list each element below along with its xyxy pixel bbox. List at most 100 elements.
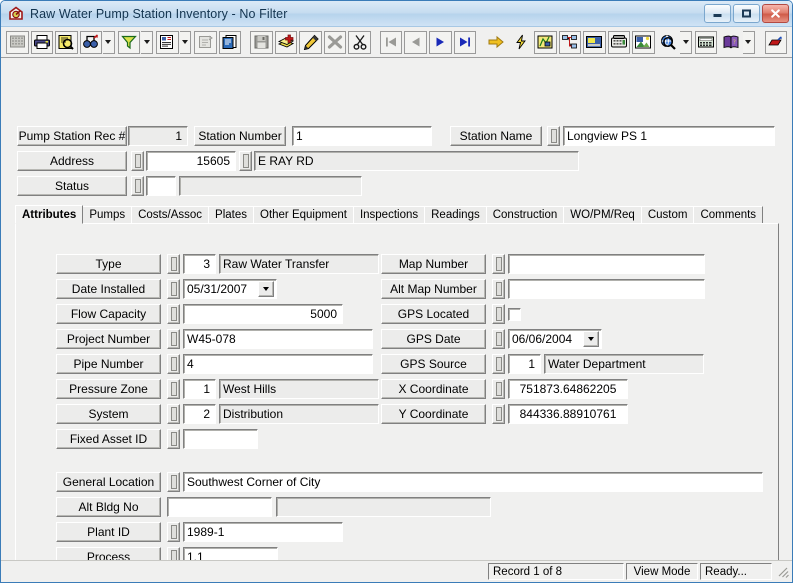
x-coordinate-input[interactable]: 751873.64862205	[508, 379, 628, 399]
filter-dropdown-arrow[interactable]	[141, 30, 154, 54]
report-icon[interactable]	[156, 30, 179, 54]
system-label[interactable]: System	[56, 404, 161, 424]
find-dropdown-arrow[interactable]	[103, 30, 115, 54]
general-location-input[interactable]: Southwest Corner of City	[183, 472, 763, 492]
pressure-zone-lookup-button[interactable]	[167, 379, 180, 399]
properties-icon[interactable]	[194, 30, 217, 54]
y-coordinate-label[interactable]: Y Coordinate	[381, 404, 486, 424]
print-preview-icon[interactable]	[55, 30, 78, 54]
delete-record-icon[interactable]	[323, 30, 347, 54]
pipe-number-input[interactable]: 4	[183, 354, 373, 374]
gps-date-label[interactable]: GPS Date	[381, 329, 486, 349]
maximize-button[interactable]	[733, 4, 760, 23]
pressure-zone-code-input[interactable]: 1	[183, 379, 216, 399]
address-number-input[interactable]: 15605	[146, 151, 236, 171]
system-lookup-button[interactable]	[167, 404, 180, 424]
gps-located-lookup-button[interactable]	[492, 304, 505, 324]
general-location-lookup-button[interactable]	[167, 472, 180, 492]
minimize-button[interactable]	[704, 4, 731, 23]
status-code-input[interactable]	[146, 176, 176, 196]
map-number-lookup-button[interactable]	[492, 254, 505, 274]
tab-readings[interactable]: Readings	[424, 206, 487, 224]
chevron-down-icon[interactable]	[258, 281, 274, 297]
alt-map-number-label[interactable]: Alt Map Number	[381, 279, 486, 299]
flow-capacity-label[interactable]: Flow Capacity	[56, 304, 161, 324]
last-record-icon[interactable]	[453, 30, 477, 54]
station-number-label[interactable]: Station Number	[194, 126, 286, 146]
address-street-input[interactable]: E RAY RD	[254, 151, 579, 171]
close-button[interactable]	[762, 4, 789, 23]
pump-station-rec-label[interactable]: Pump Station Rec #	[17, 126, 127, 146]
phone-icon[interactable]	[607, 30, 631, 54]
type-lookup-button[interactable]	[167, 254, 180, 274]
address-street-lookup-button[interactable]	[239, 151, 252, 171]
x-coordinate-label[interactable]: X Coordinate	[381, 379, 486, 399]
plant-id-input[interactable]: 1989-1	[183, 522, 343, 542]
quick-action-icon[interactable]	[510, 31, 533, 54]
address-label[interactable]: Address	[17, 151, 127, 171]
gps-located-checkbox[interactable]	[508, 307, 521, 321]
status-label[interactable]: Status	[17, 176, 127, 196]
tab-plates[interactable]: Plates	[208, 206, 254, 224]
plant-id-lookup-button[interactable]	[167, 522, 180, 542]
grid-view-icon[interactable]	[6, 30, 29, 54]
gps-date-input[interactable]: 06/06/2004	[508, 329, 602, 349]
station-number-input[interactable]: 1	[292, 126, 432, 146]
report-dropdown-arrow[interactable]	[179, 30, 192, 54]
tab-pumps[interactable]: Pumps	[82, 206, 133, 224]
fixed-asset-id-label[interactable]: Fixed Asset ID	[56, 429, 161, 449]
tab-costs-assoc[interactable]: Costs/Assoc	[131, 206, 210, 224]
flow-capacity-input[interactable]: 5000	[183, 304, 343, 324]
chevron-down-icon[interactable]	[583, 331, 599, 347]
copy-record-icon[interactable]	[218, 30, 242, 54]
gps-located-label[interactable]: GPS Located	[381, 304, 486, 324]
tab-wo-pm-req[interactable]: WO/PM/Req	[563, 206, 642, 224]
first-record-icon[interactable]	[379, 30, 403, 54]
alt-map-number-lookup-button[interactable]	[492, 279, 505, 299]
previous-record-icon[interactable]	[404, 30, 427, 54]
tab-attributes[interactable]: Attributes	[15, 205, 84, 224]
project-number-label[interactable]: Project Number	[56, 329, 161, 349]
pipe-number-label[interactable]: Pipe Number	[56, 354, 161, 374]
alt-map-number-input[interactable]	[508, 279, 705, 299]
edit-record-icon[interactable]	[299, 30, 322, 54]
fixed-asset-id-lookup-button[interactable]	[167, 429, 180, 449]
globe-search-icon[interactable]	[657, 31, 680, 54]
type-label[interactable]: Type	[56, 254, 161, 274]
gps-date-lookup-button[interactable]	[492, 329, 505, 349]
date-installed-label[interactable]: Date Installed	[56, 279, 161, 299]
flow-capacity-lookup-button[interactable]	[167, 304, 180, 324]
filter-icon[interactable]	[117, 30, 141, 54]
save-icon[interactable]	[250, 30, 273, 54]
station-name-label[interactable]: Station Name	[450, 126, 542, 146]
image-icon[interactable]	[632, 30, 655, 54]
map-number-label[interactable]: Map Number	[381, 254, 486, 274]
type-code-input[interactable]: 3	[183, 254, 216, 274]
tab-inspections[interactable]: Inspections	[352, 206, 426, 224]
fixed-asset-id-input[interactable]	[183, 429, 258, 449]
station-name-input[interactable]: Longview PS 1	[563, 126, 775, 146]
add-record-icon[interactable]	[274, 30, 298, 54]
workorder-icon[interactable]	[583, 30, 606, 54]
exit-icon[interactable]	[764, 30, 788, 54]
y-coordinate-input[interactable]: 844336.88910761	[508, 404, 628, 424]
print-icon[interactable]	[30, 30, 54, 54]
tab-comments[interactable]: Comments	[693, 206, 764, 224]
hierarchy-icon[interactable]	[558, 30, 582, 54]
gps-source-label[interactable]: GPS Source	[381, 354, 486, 374]
x-coordinate-lookup-button[interactable]	[492, 379, 505, 399]
status-lookup-button[interactable]	[131, 176, 144, 196]
plant-id-label[interactable]: Plant ID	[56, 522, 161, 542]
globe-search-dropdown-arrow[interactable]	[680, 30, 692, 54]
gps-source-code-input[interactable]: 1	[508, 354, 541, 374]
general-location-label[interactable]: General Location	[56, 472, 161, 492]
help-book-icon[interactable]: ?	[719, 31, 742, 54]
calculator-icon[interactable]	[694, 30, 718, 54]
project-number-input[interactable]: W45-078	[183, 329, 373, 349]
system-code-input[interactable]: 2	[183, 404, 216, 424]
tab-construction[interactable]: Construction	[485, 206, 565, 224]
cut-icon[interactable]	[348, 30, 371, 54]
date-installed-input[interactable]: 05/31/2007	[183, 279, 277, 299]
resize-grip-icon[interactable]	[776, 565, 790, 579]
find-icon[interactable]	[79, 30, 103, 54]
